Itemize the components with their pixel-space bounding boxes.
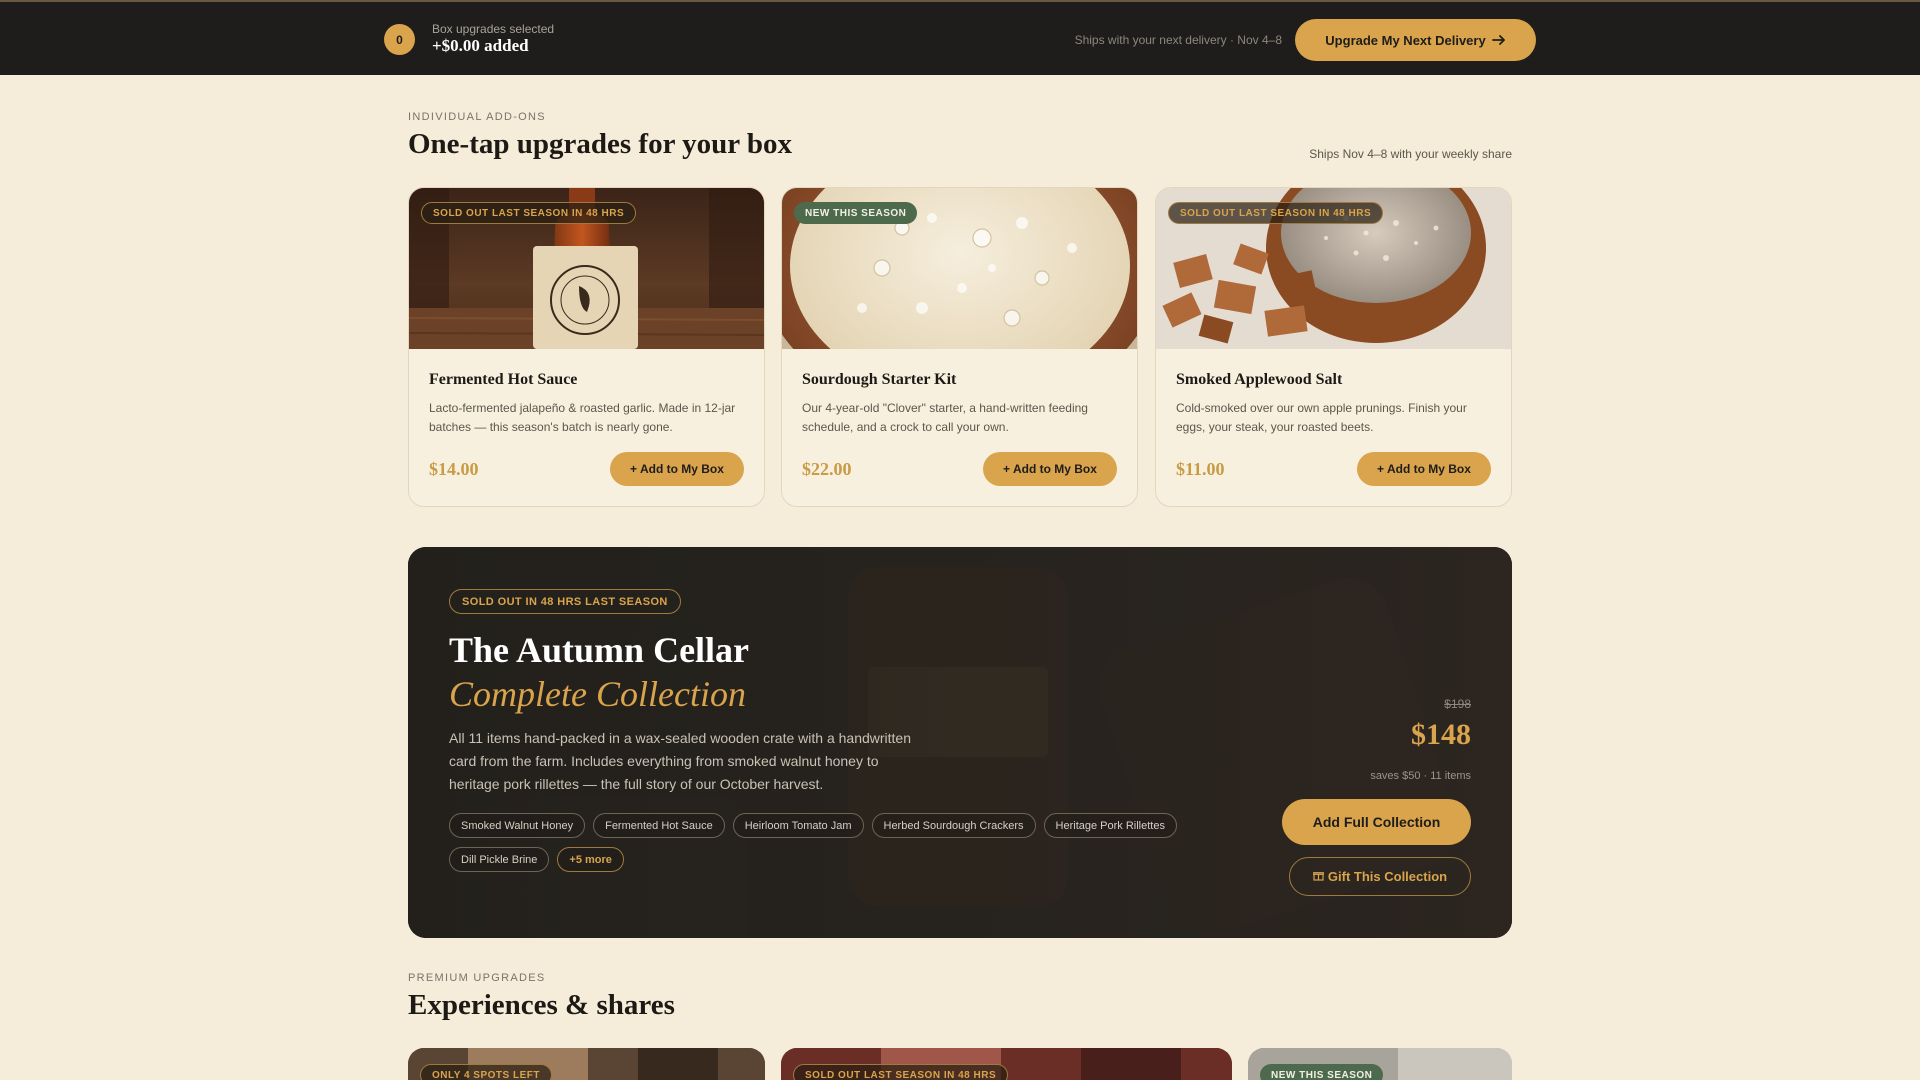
hot-sauce-image: SOLD OUT LAST SEASON IN 48 HRS <box>409 188 764 349</box>
premium-card-3[interactable]: NEW THIS SEASON <box>1248 1048 1512 1080</box>
addons-ship-note: Ships Nov 4–8 with your weekly share <box>1309 147 1512 161</box>
collection-subtitle: Complete Collection <box>449 674 746 714</box>
premium-card-1[interactable]: ONLY 4 SPOTS LEFT <box>408 1048 765 1080</box>
hot-sauce-tag: SOLD OUT LAST SEASON IN 48 HRS <box>421 202 637 224</box>
collection-savings: saves $50 · 11 items <box>1370 770 1471 782</box>
upgrade-count-label: Box upgrades selected <box>432 22 555 36</box>
premium-card-2-tag: SOLD OUT LAST SEASON IN 48 HRS <box>793 1064 1009 1080</box>
hot-sauce-price: $14.00 <box>429 459 479 479</box>
collection-item-chips: Smoked Walnut Honey Fermented Hot Sauce … <box>449 813 1249 872</box>
premium-card-1-tag: ONLY 4 SPOTS LEFT <box>420 1064 552 1080</box>
collection-chip: Heritage Pork Rillettes <box>1043 813 1177 838</box>
premium-eyebrow: PREMIUM UPGRADES <box>408 972 546 984</box>
premium-card-3-tag: NEW THIS SEASON <box>1260 1064 1384 1080</box>
smoked-salt-tag: SOLD OUT LAST SEASON IN 48 HRS <box>1168 202 1384 224</box>
hot-sauce-description: Lacto-fermented jalapeño & roasted garli… <box>429 401 736 434</box>
sourdough-tag: NEW THIS SEASON <box>794 202 918 224</box>
add-hot-sauce-button[interactable]: + Add to My Box <box>610 452 744 486</box>
sourdough-price: $22.00 <box>802 459 852 479</box>
addons-title: One-tap upgrades for your box <box>408 128 793 160</box>
smoked-salt-description: Cold-smoked over our own apple prunings.… <box>1176 401 1467 434</box>
product-card-hot-sauce: SOLD OUT LAST SEASON IN 48 HRS Fermented… <box>408 187 765 507</box>
premium-card-2[interactable]: SOLD OUT LAST SEASON IN 48 HRS <box>781 1048 1232 1080</box>
sourdough-name: Sourdough Starter Kit <box>802 371 957 388</box>
add-smoked-salt-button[interactable]: + Add to My Box <box>1357 452 1491 486</box>
upgrade-next-delivery-label: Upgrade My Next Delivery <box>1325 32 1486 48</box>
hot-sauce-name: Fermented Hot Sauce <box>429 371 578 388</box>
collection-title: The Autumn Cellar <box>449 630 750 670</box>
product-card-smoked-salt: SOLD OUT LAST SEASON IN 48 HRS Smoked Ap… <box>1155 187 1512 507</box>
arrow-right-icon <box>1491 33 1506 48</box>
collection-chip: Smoked Walnut Honey <box>449 813 586 838</box>
collection-chip: Heirloom Tomato Jam <box>732 813 864 838</box>
collection-tag: SOLD OUT IN 48 HRS LAST SEASON <box>449 589 681 614</box>
next-delivery-text: Ships with your next delivery · Nov 4–8 <box>1074 33 1282 47</box>
collection-price: $148 <box>1411 718 1471 751</box>
more-items-chip[interactable]: +5 more <box>557 847 624 872</box>
collection-description: All 11 items hand-packed in a wax-sealed… <box>449 730 911 792</box>
upgrade-count-badge: 0 <box>384 24 415 55</box>
upgrade-total-amount: +$0.00 added <box>432 36 529 55</box>
add-full-collection-button[interactable]: Add Full Collection <box>1282 799 1471 845</box>
collection-chip: Dill Pickle Brine <box>449 847 550 872</box>
sourdough-description: Our 4-year-old "Clover" starter, a hand-… <box>802 401 1088 434</box>
add-sourdough-button[interactable]: + Add to My Box <box>983 452 1117 486</box>
autumn-cellar-collection-banner: SOLD OUT IN 48 HRS LAST SEASON The Autum… <box>408 547 1512 938</box>
sourdough-starter-image: NEW THIS SEASON <box>782 188 1137 349</box>
gift-collection-button[interactable]: Gift This Collection <box>1289 857 1471 896</box>
gift-collection-label: Gift This Collection <box>1327 869 1448 884</box>
addons-eyebrow: INDIVIDUAL ADD-ONS <box>408 111 546 123</box>
smoked-salt-name: Smoked Applewood Salt <box>1176 371 1343 388</box>
smoked-salt-image: SOLD OUT LAST SEASON IN 48 HRS <box>1156 188 1511 349</box>
product-card-sourdough: NEW THIS SEASON Sourdough Starter Kit Ou… <box>781 187 1138 507</box>
collection-chip: Herbed Sourdough Crackers <box>871 813 1036 838</box>
upgrade-next-delivery-button[interactable]: Upgrade My Next Delivery <box>1295 19 1536 61</box>
collection-original-price: $198 <box>1444 697 1471 711</box>
premium-title: Experiences & shares <box>408 989 675 1021</box>
gift-icon <box>1313 869 1324 884</box>
upgrade-summary-bar: 0 Box upgrades selected +$0.00 added Shi… <box>0 0 1920 75</box>
collection-chip: Fermented Hot Sauce <box>593 813 725 838</box>
smoked-salt-price: $11.00 <box>1176 459 1225 479</box>
